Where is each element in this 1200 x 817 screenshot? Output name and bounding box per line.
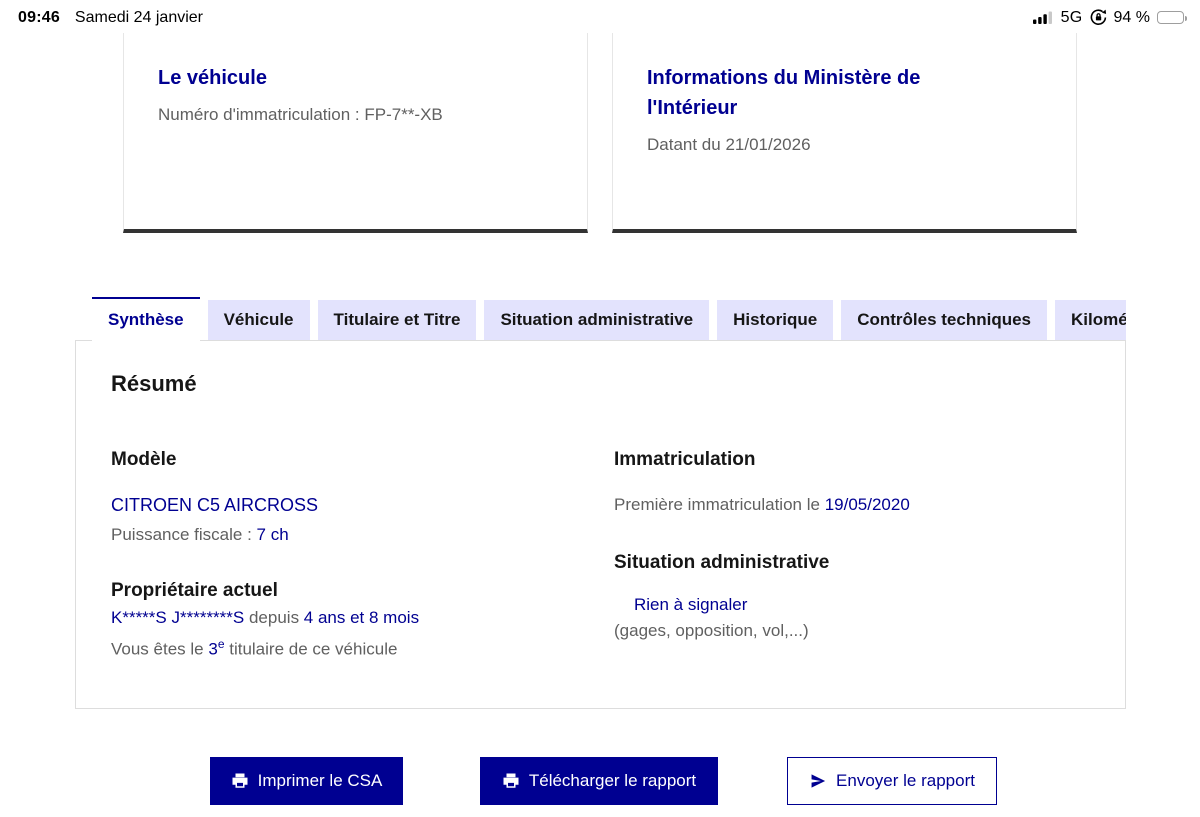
first-registration-date: 19/05/2020 [825, 495, 910, 514]
summary-left-column: Modèle CITROEN C5 AIRCROSS Puissance fis… [111, 447, 591, 663]
download-report-button[interactable]: Télécharger le rapport [480, 757, 718, 805]
owner-since-label: depuis [244, 608, 304, 627]
admin-status-heading: Situation administrative [614, 550, 1104, 576]
fiscal-power-value: 7 ch [257, 525, 289, 544]
owner-line: K*****S J********S depuis 4 ans et 8 moi… [111, 605, 591, 631]
owner-heading: Propriétaire actuel [111, 578, 591, 604]
status-bar-right: 5G 94 % [1033, 9, 1184, 27]
resume-title: Résumé [111, 371, 197, 397]
ministry-info-card: Informations du Ministère de l'Intérieur… [612, 33, 1077, 233]
cellular-signal-icon [1033, 11, 1054, 24]
download-report-label: Télécharger le rapport [529, 771, 696, 791]
registration-heading: Immatriculation [614, 447, 1104, 473]
network-type-label: 5G [1061, 9, 1083, 27]
vehicle-registration-number: Numéro d'immatriculation : FP-7**-XB [158, 103, 553, 127]
holder-rank-line: Vous êtes le 3e titulaire de ce véhicule [111, 631, 591, 663]
tab-vehicule[interactable]: Véhicule [208, 300, 310, 340]
holder-ordinal: e [218, 637, 225, 651]
owner-since-value: 4 ans et 8 mois [304, 608, 419, 627]
first-registration-label: Première immatriculation le [614, 495, 825, 514]
model-name: CITROEN C5 AIRCROSS [111, 492, 591, 518]
owner-name: K*****S J********S [111, 608, 244, 627]
holder-suffix: titulaire de ce véhicule [225, 640, 398, 659]
synthese-panel: Résumé Modèle CITROEN C5 AIRCROSS Puissa… [75, 340, 1126, 709]
print-csa-button[interactable]: Imprimer le CSA [210, 757, 403, 805]
report-tabs: Synthèse Véhicule Titulaire et Titre Sit… [75, 297, 1126, 341]
tab-titulaire-et-titre[interactable]: Titulaire et Titre [318, 300, 477, 340]
tab-situation-administrative[interactable]: Situation administrative [484, 300, 709, 340]
fiscal-power-label: Puissance fiscale : [111, 525, 257, 544]
send-report-label: Envoyer le rapport [836, 771, 975, 791]
model-heading: Modèle [111, 447, 591, 473]
vehicle-card-title: Le véhicule [158, 63, 553, 93]
battery-percent-label: 94 % [1114, 9, 1150, 27]
battery-icon [1157, 11, 1184, 24]
tab-controles-techniques[interactable]: Contrôles techniques [841, 300, 1047, 340]
tab-kilometrage[interactable]: Kilométrage [1055, 300, 1126, 340]
orientation-lock-icon [1090, 9, 1107, 26]
print-csa-label: Imprimer le CSA [258, 771, 383, 791]
first-registration-line: Première immatriculation le 19/05/2020 [614, 492, 1104, 518]
summary-right-column: Immatriculation Première immatriculation… [614, 447, 1104, 644]
actions-bar: Imprimer le CSA Télécharger le rapport E… [0, 757, 1200, 817]
clock-time: 09:46 [18, 9, 60, 27]
send-plane-icon [809, 772, 827, 790]
holder-prefix: Vous êtes le [111, 640, 208, 659]
tab-historique[interactable]: Historique [717, 300, 833, 340]
send-report-button[interactable]: Envoyer le rapport [787, 757, 997, 805]
status-bar-left: 09:46 Samedi 24 janvier [18, 9, 203, 27]
holder-number: 3 [208, 640, 217, 659]
clock-date: Samedi 24 janvier [75, 9, 203, 27]
ministry-card-date: Datant du 21/01/2026 [647, 133, 1042, 157]
printer-icon [231, 772, 249, 790]
admin-status-value: Rien à signaler [614, 592, 1104, 618]
printer-icon [502, 772, 520, 790]
status-bar: 09:46 Samedi 24 janvier 5G 94 % [0, 0, 1200, 33]
admin-status-note: (gages, opposition, vol,...) [614, 618, 1104, 644]
ministry-card-title: Informations du Ministère de l'Intérieur [647, 63, 967, 123]
vehicle-card: Le véhicule Numéro d'immatriculation : F… [123, 33, 588, 233]
tab-synthese[interactable]: Synthèse [92, 297, 200, 341]
fiscal-power-line: Puissance fiscale : 7 ch [111, 522, 591, 548]
